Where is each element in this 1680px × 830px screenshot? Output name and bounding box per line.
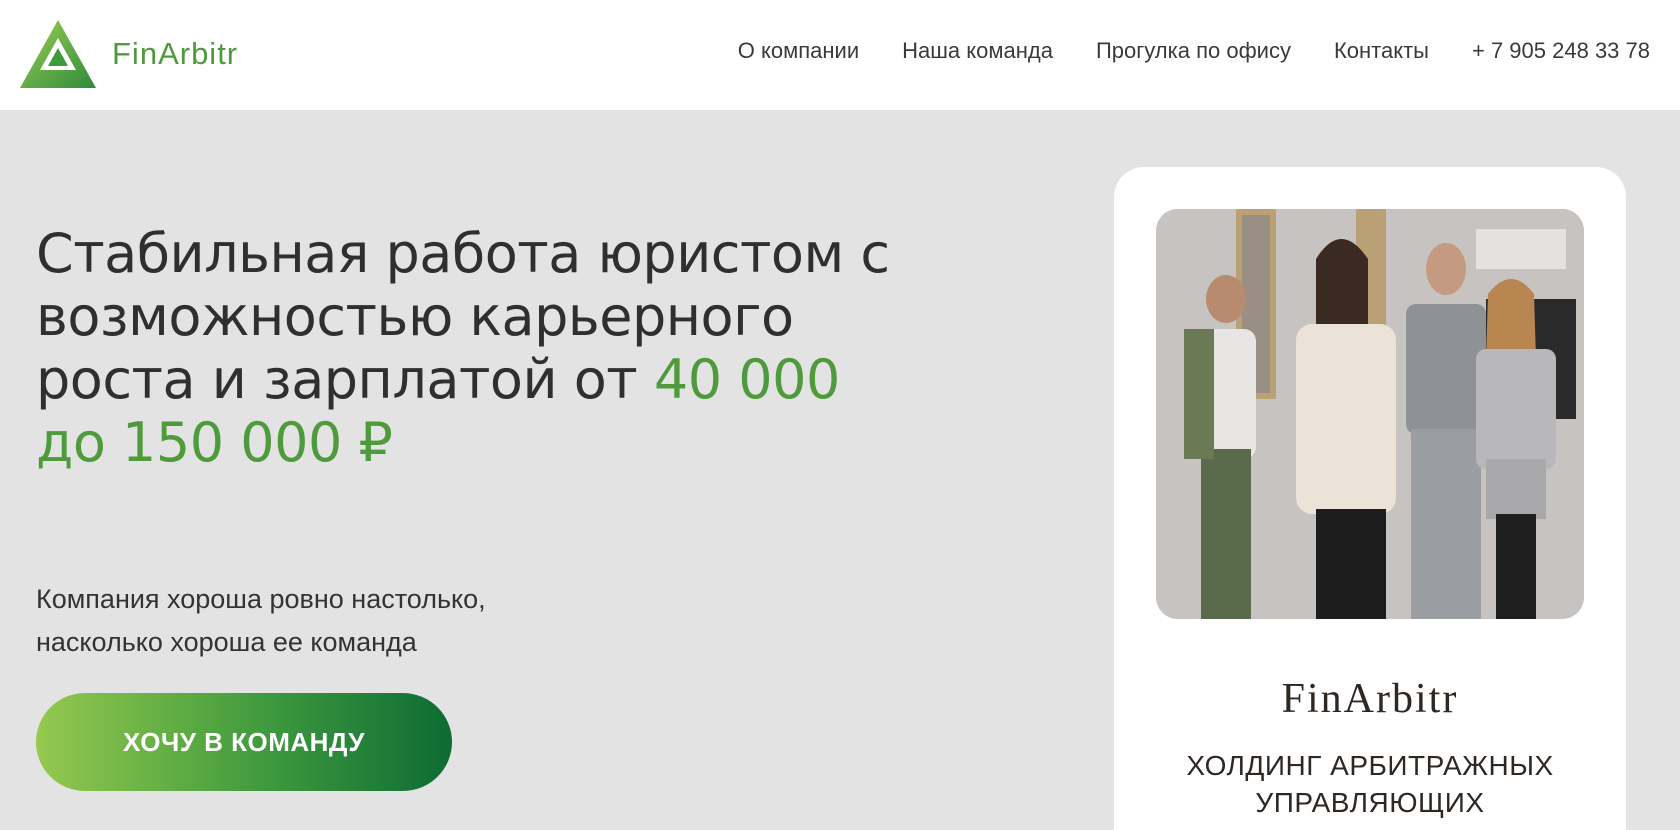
site-header: FinArbitr О компании Наша команда Прогул… (0, 0, 1680, 110)
hero-subtitle: Компания хороша ровно настолько, насколь… (36, 584, 486, 657)
company-card: FinArbitr ХОЛДИНГ АРБИТРАЖНЫХ УПРАВЛЯЮЩИ… (1114, 167, 1626, 830)
nav-item-about[interactable]: О компании (738, 38, 859, 64)
nav-item-team[interactable]: Наша команда (902, 38, 1053, 64)
join-team-button[interactable]: ХОЧУ В КОМАНДУ (36, 693, 452, 791)
team-photo (1156, 209, 1584, 619)
card-tagline: ХОЛДИНГ АРБИТРАЖНЫХ УПРАВЛЯЮЩИХ (1186, 750, 1554, 818)
card-logo-text: FinArbitr (1281, 676, 1459, 722)
hero-title: Стабильная работа юристом с возможностью… (36, 222, 896, 474)
nav-item-contacts[interactable]: Контакты (1334, 38, 1429, 64)
main-nav: О компании Наша команда Прогулка по офис… (738, 38, 1650, 64)
nav-item-office-tour[interactable]: Прогулка по офису (1096, 38, 1291, 64)
logo-link[interactable]: FinArbitr (18, 18, 238, 90)
logo-text: FinArbitr (112, 36, 239, 71)
nav-phone-link[interactable]: + 7 905 248 33 78 (1472, 38, 1650, 64)
logo-triangle-icon (20, 20, 96, 88)
